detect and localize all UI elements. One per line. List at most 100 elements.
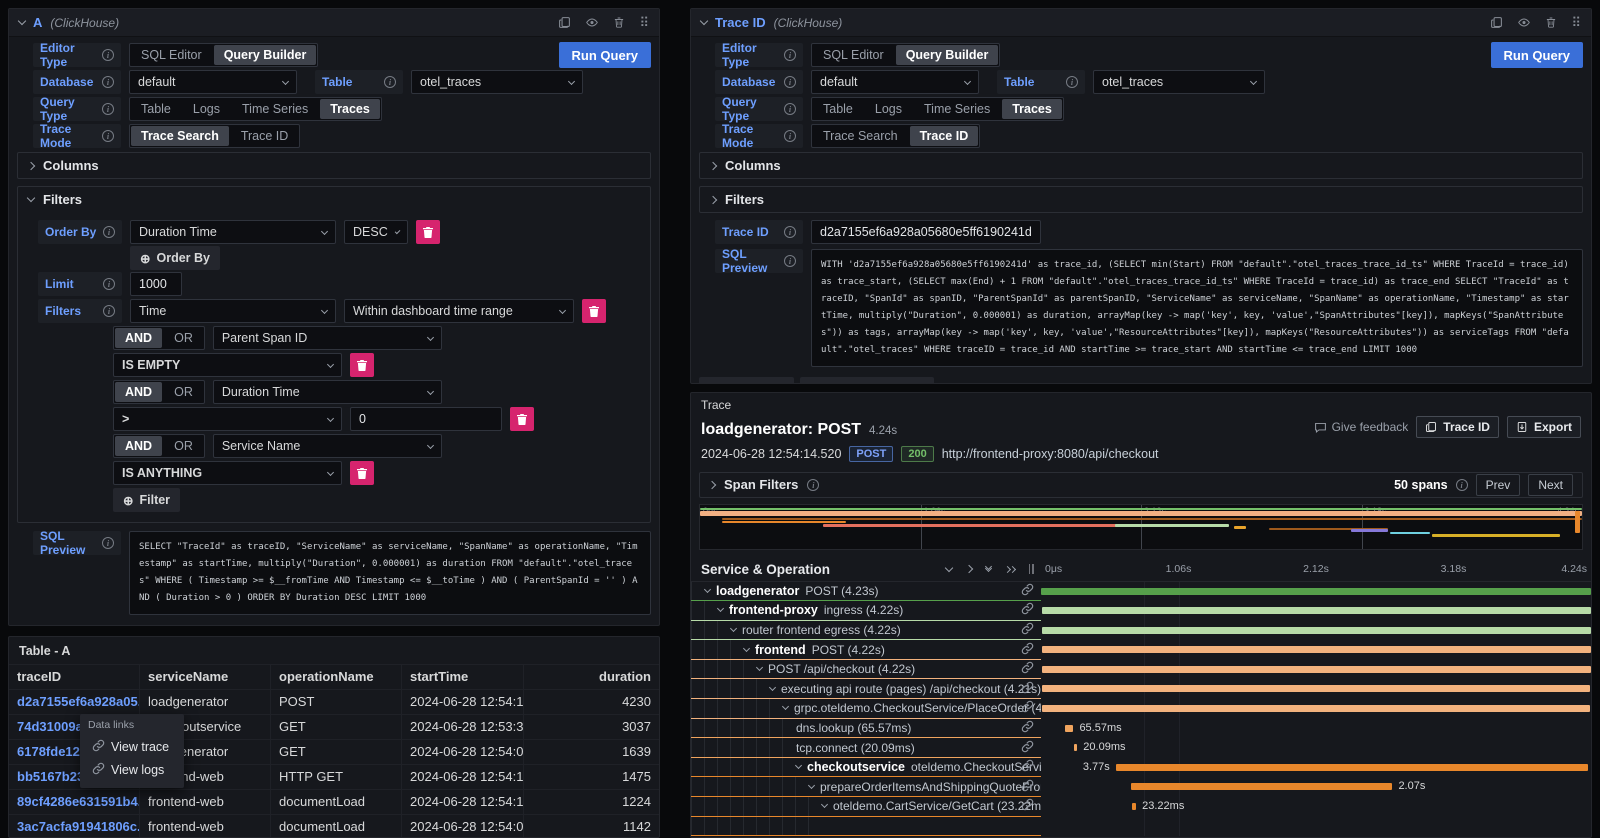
chevron-down-icon[interactable] [795,762,802,769]
span-row[interactable]: frontendPOST (4.22s) [691,640,1591,660]
trace-minimap[interactable]: 0μs1.06s2.12s3.18s4.24s [699,504,1583,550]
or-option[interactable]: OR [164,328,203,348]
span-timeline-cell[interactable]: 23.22ms [1041,797,1591,817]
add-query-button[interactable]: +Add query [17,625,112,626]
chevron-down-icon[interactable] [821,801,828,808]
copy-icon[interactable] [1490,16,1503,29]
span-row[interactable]: POST /api/checkout (4.22s) [691,660,1591,680]
span-link-icon[interactable] [1021,700,1034,716]
filter-field-select[interactable]: Duration Time [213,380,442,404]
info-icon[interactable]: i [784,226,796,238]
chevron-down-icon[interactable] [717,605,724,612]
info-icon[interactable]: i [784,255,796,267]
span-duration-bar[interactable] [1132,803,1136,810]
span-link-icon[interactable] [1021,779,1034,795]
chevron-down-icon[interactable] [782,703,789,710]
span-row[interactable] [691,817,1591,837]
chevron-down-icon[interactable] [704,586,711,593]
link-icon[interactable] [92,762,105,775]
column-header[interactable]: serviceName [140,665,271,690]
info-icon[interactable]: i [784,130,796,142]
span-duration-bar[interactable] [1042,607,1591,614]
filters-section-header[interactable]: Filters [700,187,1582,212]
span-duration-bar[interactable] [1065,725,1074,732]
span-row[interactable]: grpc.oteldemo.CheckoutService/PlaceOrder… [691,699,1591,719]
collapse-chevron-icon[interactable] [700,17,708,25]
column-header[interactable]: duration [524,665,659,690]
chevron-down-icon[interactable] [730,625,737,632]
table-select[interactable]: otel_traces [1093,70,1265,94]
info-icon[interactable]: i [784,103,796,115]
trash-icon[interactable] [613,16,625,29]
editor-type-query-builder[interactable]: Query Builder [214,45,317,65]
trace-id-button[interactable]: Trace ID [1416,416,1499,438]
link-icon[interactable] [1021,798,1034,811]
span-timeline-cell[interactable]: 20.09ms [1041,738,1591,758]
link-icon[interactable] [1021,602,1034,615]
view-trace-link[interactable]: View trace [88,735,176,758]
span-timeline-cell[interactable] [1041,601,1591,621]
trace-mode-search[interactable]: Trace Search [813,126,908,146]
link-icon[interactable] [1021,661,1034,674]
column-header[interactable]: operationName [271,665,402,690]
span-timeline-cell[interactable] [1041,640,1591,660]
span-name-cell[interactable]: checkoutserviceoteldemo.CheckoutService/… [691,758,1041,778]
info-icon[interactable]: i [103,305,115,317]
give-feedback-link[interactable]: Give feedback [1314,420,1409,434]
trace-id-link[interactable]: d2a7155ef6a928a05... [9,690,140,715]
span-name-cell[interactable]: dns.lookup (65.57ms) [691,719,1041,739]
run-query-button[interactable]: Run Query [559,42,651,68]
editor-type-query-builder[interactable]: Query Builder [896,45,999,65]
link-icon[interactable] [1021,622,1034,635]
info-icon[interactable]: i [1066,76,1078,88]
span-row[interactable]: executing api route (pages) /api/checkou… [691,679,1591,699]
span-row[interactable]: router frontend egress (4.22s) [691,621,1591,641]
filter-time-value-select[interactable]: Within dashboard time range [344,299,574,323]
span-timeline-cell[interactable]: 65.57ms [1041,719,1591,739]
span-duration-bar[interactable] [1116,764,1588,771]
span-link-icon[interactable] [1021,681,1034,697]
trace-id-link[interactable]: 3ac7acfa91941806c... [9,815,140,838]
drag-handle-icon[interactable]: ⠿ [639,16,649,29]
span-name-cell[interactable]: grpc.oteldemo.CheckoutService/PlaceOrder… [691,699,1041,719]
span-name-cell[interactable]: tcp.connect (20.09ms) [691,738,1041,758]
span-name-cell[interactable] [691,817,1041,837]
span-row[interactable]: tcp.connect (20.09ms)20.09ms [691,738,1591,758]
span-link-icon[interactable] [1021,583,1034,599]
info-icon[interactable]: i [102,49,114,61]
span-name-cell[interactable]: POST /api/checkout (4.22s) [691,660,1041,680]
column-resize-handle[interactable] [1027,564,1035,574]
span-link-icon[interactable] [1021,602,1034,618]
view-logs-link[interactable]: View logs [88,758,176,781]
span-timeline-cell[interactable] [1041,817,1591,837]
remove-filter-button[interactable] [510,407,534,431]
link-icon[interactable] [1021,759,1034,772]
span-duration-bar[interactable] [1074,744,1077,751]
span-link-icon[interactable] [1021,661,1034,677]
prev-button[interactable]: Prev [1476,474,1521,496]
link-icon[interactable] [1021,583,1034,596]
span-name-cell[interactable]: router frontend egress (4.22s) [691,621,1041,641]
filter-operator-select[interactable]: > [113,407,342,431]
remove-filter-button[interactable] [350,461,374,485]
remove-filter-button[interactable] [350,353,374,377]
span-name-cell[interactable]: frontend-proxyingress (4.22s) [691,601,1041,621]
info-icon[interactable]: i [384,76,396,88]
span-row[interactable]: prepareOrderItemsAndShippingQuoteFromCar… [691,777,1591,797]
trace-mode-id[interactable]: Trace ID [910,126,979,146]
filter-time-field-select[interactable]: Time [130,299,336,323]
span-link-icon[interactable] [1021,642,1034,658]
expand-one-icon[interactable] [964,564,974,574]
info-icon[interactable]: i [102,537,114,549]
span-link-icon[interactable] [1021,759,1034,775]
info-icon[interactable]: i [103,278,115,290]
link-icon[interactable] [92,739,105,752]
query-type-time-series[interactable]: Time Series [914,99,1000,119]
chevron-down-icon[interactable] [756,664,763,671]
span-name-cell[interactable]: executing api route (pages) /api/checkou… [691,679,1041,699]
span-duration-bar[interactable] [1042,666,1591,673]
query-type-traces[interactable]: Traces [1002,99,1062,119]
trace-id-input[interactable] [811,220,1041,244]
database-select[interactable]: default [811,70,979,94]
columns-section-header[interactable]: Columns [18,153,650,178]
